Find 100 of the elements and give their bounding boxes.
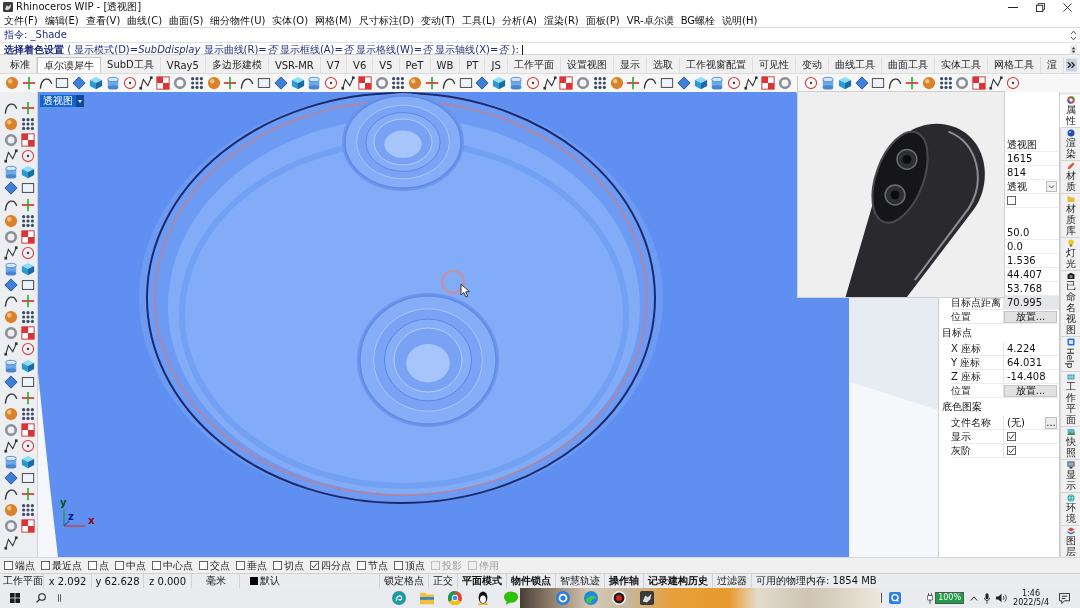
circle-icon[interactable] — [21, 245, 35, 260]
panel-tab[interactable]: 已命名视图 — [1060, 271, 1080, 337]
menu-item[interactable]: 曲面(S) — [169, 13, 204, 28]
polyline-icon[interactable] — [340, 76, 355, 90]
cross-icon[interactable] — [223, 76, 238, 90]
menu-item[interactable]: 说明(H) — [722, 13, 758, 28]
checkbox[interactable] — [199, 561, 208, 570]
cube-icon[interactable] — [290, 76, 305, 90]
osnap-option[interactable]: 垂点 — [236, 558, 267, 573]
diamond-icon[interactable] — [273, 76, 288, 90]
dot-grid-icon[interactable] — [189, 76, 204, 90]
menu-item[interactable]: 文件(F) — [4, 13, 38, 28]
panel-tab[interactable]: 环境 — [1060, 493, 1080, 526]
scroll-arrows-icon[interactable] — [1070, 29, 1077, 41]
checkbox[interactable] — [310, 561, 319, 570]
rectangle-icon[interactable] — [21, 471, 35, 486]
diamond-icon[interactable] — [4, 374, 18, 389]
folder-icon[interactable] — [420, 591, 434, 605]
diamond-icon[interactable] — [4, 278, 18, 293]
panel-tab[interactable]: 显示 — [1060, 460, 1080, 493]
cross-icon[interactable] — [424, 76, 439, 90]
penguin-icon[interactable] — [476, 591, 490, 605]
torus-icon[interactable] — [777, 76, 792, 90]
menu-item[interactable]: 曲线(C) — [127, 13, 163, 28]
more-tabs-icon[interactable] — [1066, 58, 1078, 72]
cross-icon[interactable] — [905, 76, 920, 90]
curve-icon[interactable] — [888, 76, 903, 90]
checkbox[interactable] — [115, 561, 124, 570]
checkbox[interactable] — [152, 561, 161, 570]
dot-grid-icon[interactable] — [21, 503, 35, 518]
menu-item[interactable]: 实体(O) — [272, 13, 309, 28]
osnap-option[interactable]: 节点 — [357, 558, 388, 573]
panel-tab[interactable]: Help — [1060, 337, 1080, 372]
checkbox[interactable] — [41, 561, 50, 570]
polyline-icon[interactable] — [4, 149, 18, 164]
dot-grid-icon[interactable] — [21, 117, 35, 132]
panel-tab[interactable]: 图层 — [1060, 526, 1080, 559]
polyline-icon[interactable] — [744, 76, 759, 90]
osnap-option[interactable]: 点 — [88, 558, 109, 573]
cylinder-icon[interactable] — [821, 76, 836, 90]
task-view-icon[interactable] — [58, 593, 61, 603]
polyline-icon[interactable] — [139, 76, 154, 90]
osnap-option[interactable]: 顶点 — [394, 558, 425, 573]
checker-icon[interactable] — [760, 76, 775, 90]
curve-icon[interactable] — [4, 390, 18, 405]
osnap-option[interactable]: 切点 — [273, 558, 304, 573]
dot-grid-icon[interactable] — [592, 76, 607, 90]
circle-icon[interactable] — [1005, 76, 1020, 90]
checker-icon[interactable] — [21, 519, 35, 534]
panel-tab[interactable]: 快照 — [1060, 427, 1080, 460]
ring-app-icon[interactable] — [556, 591, 570, 605]
checkbox[interactable] — [1007, 196, 1016, 205]
cube-icon[interactable] — [21, 165, 35, 180]
circle-icon[interactable] — [804, 76, 819, 90]
panel-tab[interactable]: 材质 — [1060, 161, 1080, 194]
rectangle-icon[interactable] — [871, 76, 886, 90]
circle-icon[interactable] — [21, 342, 35, 357]
cylinder-icon[interactable] — [105, 76, 120, 90]
curve-icon[interactable] — [4, 101, 18, 115]
notification-icon[interactable] — [1059, 592, 1070, 604]
menu-item[interactable]: 尺寸标注(D) — [358, 13, 415, 28]
place-button[interactable]: 放置... — [1004, 310, 1057, 323]
app-circle-icon[interactable] — [392, 591, 406, 605]
rectangle-icon[interactable] — [256, 76, 271, 90]
cube-icon[interactable] — [21, 455, 35, 470]
spin-arrows-icon[interactable] — [1070, 45, 1077, 55]
panel-tab[interactable]: 材质库 — [1060, 194, 1080, 238]
panel-tab[interactable]: 渲染 — [1060, 128, 1080, 161]
checkbox[interactable] — [357, 561, 366, 570]
osnap-option[interactable]: 交点 — [199, 558, 230, 573]
checkbox[interactable] — [88, 561, 97, 570]
osnap-option[interactable]: 中心点 — [152, 558, 193, 573]
dot-grid-icon[interactable] — [21, 310, 35, 325]
checker-icon[interactable] — [972, 76, 987, 90]
menu-item[interactable]: 查看(V) — [85, 13, 121, 28]
menu-item[interactable]: 网格(M) — [315, 13, 352, 28]
minimize-icon[interactable] — [1008, 6, 1018, 8]
browser-icon[interactable] — [448, 591, 462, 605]
circle-icon[interactable] — [21, 438, 35, 453]
diamond-icon[interactable] — [676, 76, 691, 90]
diamond-icon[interactable] — [4, 181, 18, 196]
record-icon[interactable] — [612, 591, 626, 605]
magnifier-tile-icon[interactable] — [889, 592, 902, 604]
checkbox[interactable] — [273, 561, 282, 570]
place-button[interactable]: 放置... — [1004, 384, 1057, 397]
sphere-icon[interactable] — [5, 76, 19, 90]
diamond-icon[interactable] — [475, 76, 490, 90]
checker-icon[interactable] — [156, 76, 171, 90]
polyline-icon[interactable] — [4, 342, 18, 357]
caret-down-icon[interactable] — [76, 95, 84, 107]
restore-icon[interactable] — [1036, 2, 1045, 12]
polyline-icon[interactable] — [542, 76, 557, 90]
cylinder-icon[interactable] — [710, 76, 725, 90]
osnap-option[interactable]: 端点 — [4, 558, 35, 573]
polyline-icon[interactable] — [4, 438, 18, 453]
curve-icon[interactable] — [4, 487, 18, 502]
menu-item[interactable]: 变动(T) — [421, 13, 455, 28]
diamond-icon[interactable] — [4, 471, 18, 486]
curve-icon[interactable] — [643, 76, 658, 90]
panel-tab[interactable]: 工作平面 — [1060, 372, 1080, 427]
